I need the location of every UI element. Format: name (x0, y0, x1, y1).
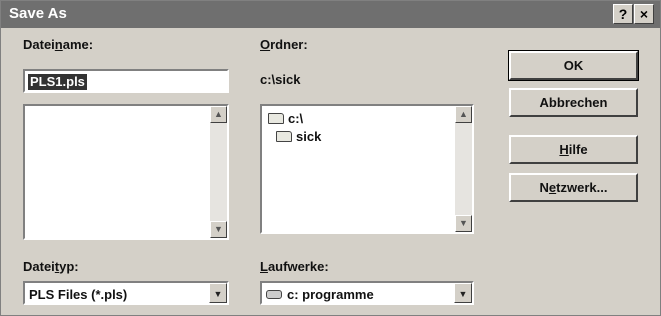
drives-label-post: aufwerke: (267, 259, 329, 274)
folder-tree[interactable]: c:\ sick ▲ ▼ (260, 104, 474, 234)
filename-label: Dateiname: (23, 37, 93, 52)
file-list[interactable]: ▲ ▼ (23, 104, 229, 240)
scroll-up-icon[interactable]: ▲ (210, 106, 227, 123)
drive-icon (266, 290, 282, 299)
help-button-post: ilfe (568, 142, 588, 157)
drives-value: c: programme (266, 287, 374, 302)
chevron-down-icon[interactable]: ▼ (209, 283, 227, 303)
drives-select[interactable]: c: programme ▼ (260, 281, 474, 305)
network-button[interactable]: Netzwerk... (509, 173, 638, 202)
tree-item-sick[interactable]: sick (276, 129, 321, 144)
tree-item-c-root[interactable]: c:\ (268, 111, 303, 126)
filename-label-post: ame: (62, 37, 94, 52)
scroll-up-icon[interactable]: ▲ (455, 106, 472, 123)
folder-tree-scrollbar[interactable]: ▲ ▼ (455, 106, 472, 232)
tree-item-label: c:\ (288, 111, 304, 126)
ok-button[interactable]: OK (508, 50, 639, 81)
help-title-button[interactable]: ? (613, 4, 633, 24)
file-list-scrollbar[interactable]: ▲ ▼ (210, 106, 227, 238)
cancel-button[interactable]: Abbrechen (509, 88, 638, 117)
scroll-down-icon[interactable]: ▼ (455, 215, 472, 232)
filetype-value: PLS Files (*.pls) (29, 287, 128, 302)
help-button[interactable]: Hilfe (509, 135, 638, 164)
drives-value-text: c: programme (287, 287, 374, 302)
filename-label-pre: Datei (23, 37, 55, 52)
window-title: Save As (9, 5, 67, 22)
help-button-accel: H (559, 142, 569, 157)
chevron-down-icon[interactable]: ▼ (454, 283, 472, 303)
folder-label-post: rdner: (270, 37, 308, 52)
tree-item-label: sick (296, 129, 322, 144)
network-button-post: tzwerk... (556, 180, 608, 195)
title-bar[interactable]: Save As ? × (1, 1, 660, 28)
drives-label-accel: L (260, 259, 268, 274)
filetype-label-pre: Datei (23, 259, 55, 274)
drives-label: Laufwerke: (260, 259, 329, 274)
save-as-dialog: Save As ? × Dateiname: PLS1.pls ▲ ▼ Ordn… (0, 0, 661, 316)
network-button-pre: N (539, 180, 549, 195)
filename-label-accel: n (54, 37, 63, 52)
filetype-label: Dateityp: (23, 259, 79, 274)
folder-label: Ordner: (260, 37, 308, 52)
open-folder-icon (276, 131, 292, 142)
filetype-label-post: yp: (59, 259, 79, 274)
close-button[interactable]: × (634, 4, 654, 24)
filename-value: PLS1.pls (28, 74, 87, 90)
current-folder-path: c:\sick (260, 72, 301, 87)
filetype-select[interactable]: PLS Files (*.pls) ▼ (23, 281, 229, 305)
scroll-down-icon[interactable]: ▼ (210, 221, 227, 238)
filename-input[interactable]: PLS1.pls (23, 69, 229, 93)
folder-label-accel: O (260, 37, 271, 52)
open-folder-icon (268, 113, 284, 124)
